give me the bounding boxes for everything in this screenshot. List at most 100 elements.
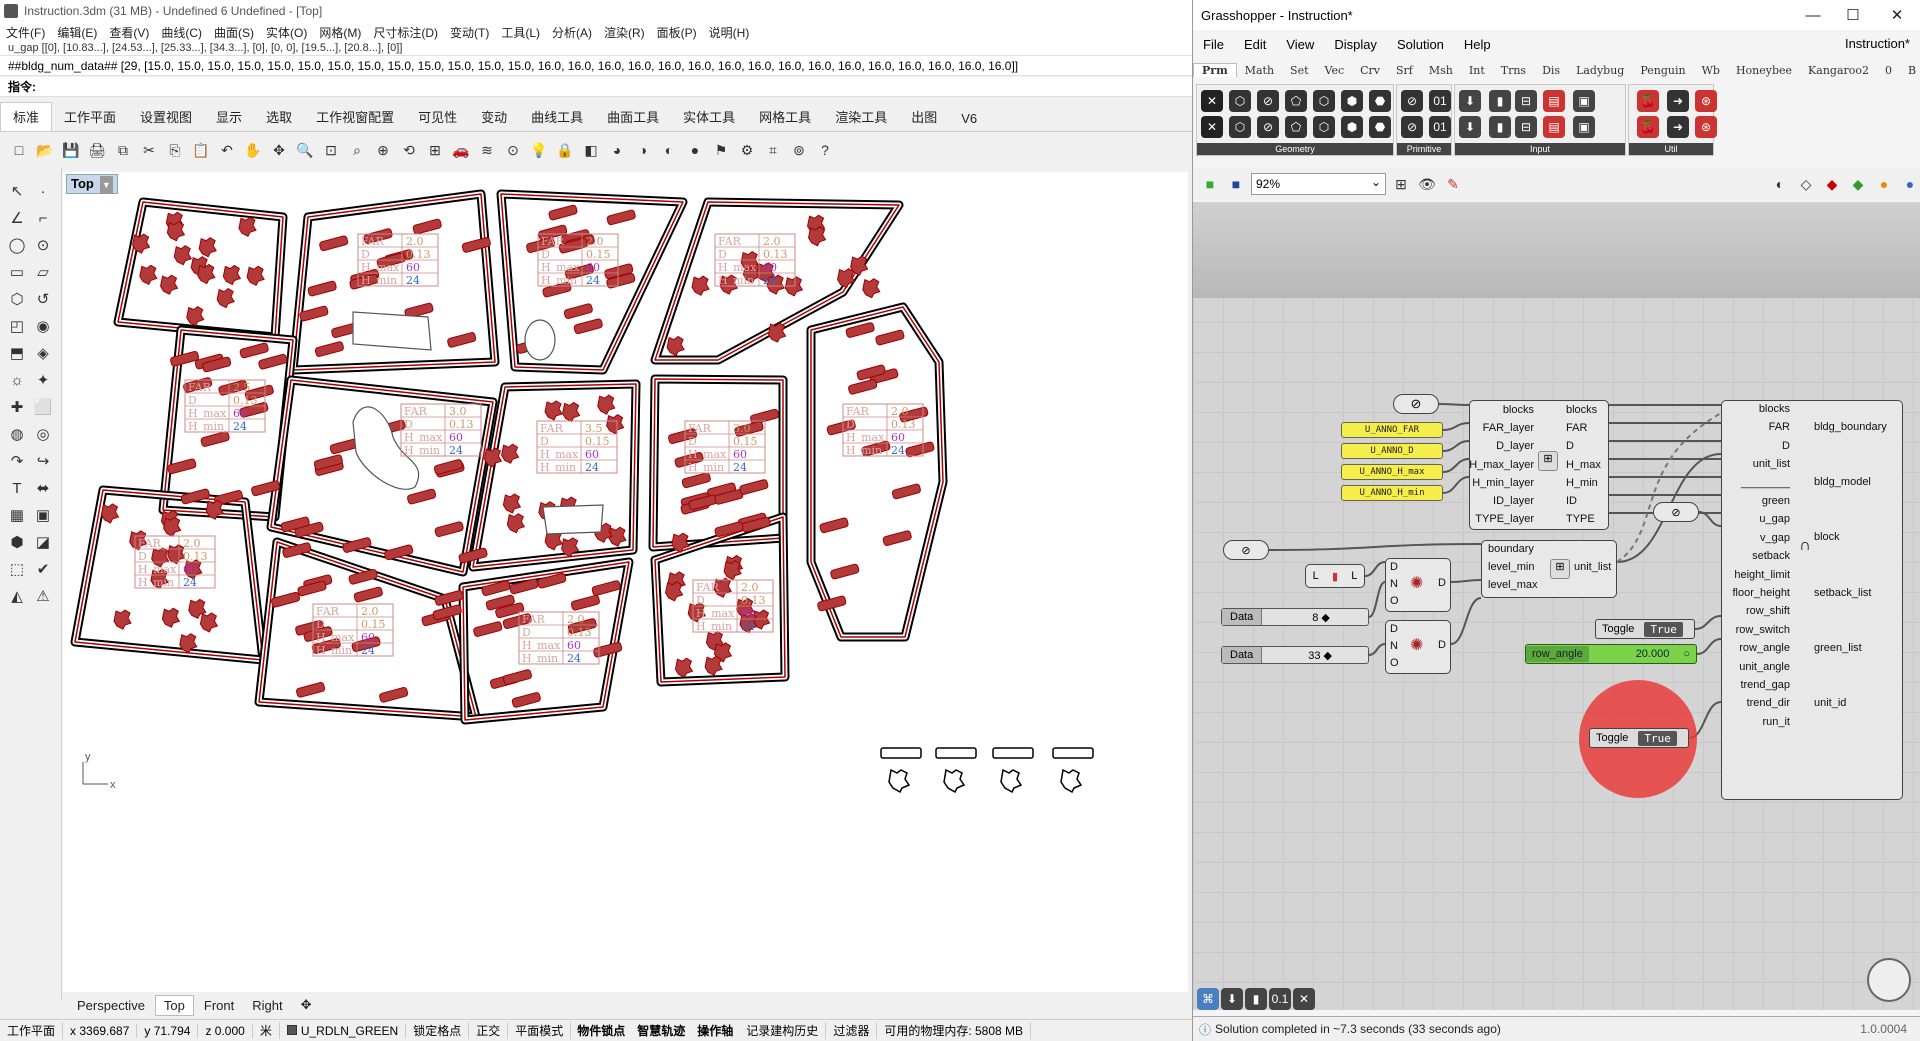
ribbon-tab[interactable]: 标准 (0, 102, 53, 131)
rhino-menu-item[interactable]: 变动(T) (444, 24, 495, 41)
layer-comp-output[interactable]: TYPE (1566, 513, 1595, 525)
slider-grip-icon[interactable]: ○ (1683, 648, 1690, 660)
toolbar-tool-icon[interactable]: ✂ (138, 139, 160, 161)
toolbar-tool-icon[interactable]: ≋ (476, 139, 498, 161)
toolbar-tool-icon[interactable]: 🔍 (294, 139, 316, 161)
main-comp-input[interactable]: green (1762, 495, 1790, 507)
view-tab[interactable]: Top (154, 994, 194, 1016)
top-viewport[interactable]: Top ▼ FAR 2.0 D 0.13 H_max 60 H_min 24 FAR 2.0 D 0.1… (63, 172, 1188, 992)
gh-ribbon-tool-icon[interactable]: ⬇ (1459, 90, 1481, 112)
navigation-compass-icon[interactable] (1867, 958, 1911, 1002)
rhino-menu-item[interactable]: 面板(P) (651, 24, 703, 41)
ribbon-tab[interactable]: 设置视图 (128, 103, 204, 131)
main-comp-input[interactable]: floor_height (1733, 587, 1791, 599)
python-editor-icon[interactable]: ⌘ (1197, 988, 1219, 1010)
rhino-menu-item[interactable]: 实体(O) (260, 24, 313, 41)
gh-ribbon-tool-icon[interactable]: ▤ (1543, 90, 1565, 112)
boolean-toggle-2[interactable]: Toggle True (1589, 728, 1689, 748)
left-tool-icon[interactable]: ▣ (32, 504, 54, 526)
main-comp-input[interactable]: row_shift (1746, 605, 1790, 617)
status-toggle[interactable]: 智慧轨迹 (631, 1022, 691, 1039)
number-icon[interactable]: 0.1 (1269, 988, 1291, 1010)
unit-comp-output[interactable]: unit_list (1574, 561, 1611, 573)
view-tab[interactable]: Perspective (69, 996, 153, 1015)
left-tool-icon[interactable]: ⬢ (6, 531, 28, 553)
ribbon-tab[interactable]: 曲线工具 (519, 103, 595, 131)
gh-tab[interactable]: Srf (1388, 64, 1421, 77)
dno-input[interactable]: N (1390, 578, 1398, 590)
gh-tab[interactable]: Vec (1317, 64, 1353, 77)
gh-canvas[interactable]: ⊘ U_ANNO_FAR U_ANNO_D U_ANNO_H_max U_ANNO_H… (1193, 202, 1920, 1010)
gh-menu-item[interactable]: View (1276, 37, 1324, 52)
gh-ribbon-tool-icon[interactable]: ⬡ (1229, 90, 1251, 112)
toolbar-tool-icon[interactable]: 💡 (528, 139, 550, 161)
gh-ribbon-tool-icon[interactable]: ➜ (1667, 90, 1689, 112)
gh-ribbon-tool-icon[interactable]: ✕ (1201, 90, 1223, 112)
gh-ribbon-tool-icon[interactable]: 01 (1429, 90, 1451, 112)
toolbar-tool-icon[interactable]: ⌕ (346, 139, 368, 161)
dno-input[interactable]: O (1390, 657, 1399, 669)
toolbar-tool-icon[interactable]: ● (684, 139, 706, 161)
gh-tab[interactable]: 0 (1877, 64, 1900, 77)
list-length-component[interactable]: L ▮ L (1305, 564, 1365, 588)
minimize-icon[interactable]: — (1793, 0, 1833, 30)
toolbar-tool-icon[interactable]: ⊙ (502, 139, 524, 161)
main-comp-input[interactable]: setback (1752, 550, 1790, 562)
gh-ribbon-tool-icon[interactable]: ⬣ (1369, 116, 1391, 138)
unit-comp-input[interactable]: level_min (1488, 561, 1534, 573)
gh-ribbon-tool-icon[interactable]: ⊘ (1257, 90, 1279, 112)
preview-mode-icon[interactable]: ◐ (1769, 173, 1791, 195)
rhino-menu-item[interactable]: 编辑(E) (51, 24, 103, 41)
main-comp-input[interactable]: row_angle (1739, 642, 1790, 654)
ribbon-tab[interactable]: 工作平面 (52, 103, 128, 131)
toolbar-tool-icon[interactable]: ⊡ (320, 139, 342, 161)
gh-tab[interactable]: Trns (1493, 64, 1534, 77)
toolbar-tool-icon[interactable]: ⊕ (372, 139, 394, 161)
rhino-menu-item[interactable]: 查看(V) (103, 24, 155, 41)
gh-ribbon-tool-icon[interactable]: ▣ (1573, 90, 1595, 112)
left-tool-icon[interactable]: ◎ (32, 423, 54, 445)
colour-icon[interactable]: ● (1873, 173, 1895, 195)
ribbon-tab[interactable]: V6 (949, 107, 989, 131)
layer-name-panel[interactable]: U_ANNO_H_min (1341, 485, 1443, 501)
gh-tab[interactable]: B (1900, 64, 1920, 77)
gh-ribbon-tool-icon[interactable]: ▮ (1489, 116, 1511, 138)
toolbar-tool-icon[interactable]: ⊚ (788, 139, 810, 161)
gh-ribbon-tool-icon[interactable]: 🍒 (1637, 116, 1659, 138)
left-tool-icon[interactable]: · (32, 180, 54, 202)
gh-ribbon-tool-icon[interactable]: ⬡ (1313, 90, 1335, 112)
left-tool-icon[interactable]: ⬚ (6, 558, 28, 580)
ribbon-tab[interactable]: 可见性 (406, 103, 469, 131)
left-tool-icon[interactable]: ☼ (6, 369, 28, 391)
gh-ribbon-tool-icon[interactable]: ⬢ (1341, 90, 1363, 112)
command-prompt[interactable]: 指令: (0, 77, 1192, 97)
boolean-toggle-1[interactable]: Toggle True (1595, 619, 1695, 639)
ribbon-tab[interactable]: 显示 (204, 103, 254, 131)
gh-ribbon-tool-icon[interactable]: ⬣ (1369, 90, 1391, 112)
toolbar-tool-icon[interactable]: 💾 (60, 139, 82, 161)
main-comp-input[interactable]: row_switch (1736, 624, 1790, 636)
dno-component-2[interactable]: D N O D ✺ (1385, 620, 1451, 674)
toolbar-tool-icon[interactable]: ◐ (658, 139, 680, 161)
shaded-preview-icon[interactable]: ◆ (1821, 173, 1843, 195)
left-tool-icon[interactable]: ▱ (32, 261, 54, 283)
ribbon-tab[interactable]: 出图 (899, 103, 949, 131)
left-tool-icon[interactable]: ▦ (6, 504, 28, 526)
left-tool-icon[interactable]: ⬡ (6, 288, 28, 310)
panel-icon[interactable]: ▮ (1245, 988, 1267, 1010)
left-tool-icon[interactable]: ⌐ (32, 207, 54, 229)
rhino-menu-item[interactable]: 分析(A) (546, 24, 598, 41)
toolbar-tool-icon[interactable]: ? (814, 139, 836, 161)
main-comp-input[interactable]: v_gap (1760, 532, 1790, 544)
gh-menu-item[interactable]: Display (1324, 37, 1387, 52)
status-toggle[interactable]: 过滤器 (826, 1022, 878, 1039)
status-toggle[interactable]: 正交 (469, 1022, 509, 1039)
main-comp-input[interactable]: run_it (1762, 716, 1790, 728)
left-tool-icon[interactable]: ⚠ (32, 585, 54, 607)
toolbar-tool-icon[interactable]: ✋ (242, 139, 264, 161)
left-tool-icon[interactable]: ⬜ (32, 396, 54, 418)
gh-ribbon-tool-icon[interactable]: ✕ (1201, 116, 1223, 138)
toolbar-tool-icon[interactable]: ⊞ (424, 139, 446, 161)
toolbar-tool-icon[interactable]: 🔒 (554, 139, 576, 161)
gh-ribbon-tool-icon[interactable]: ⊘ (1401, 116, 1423, 138)
